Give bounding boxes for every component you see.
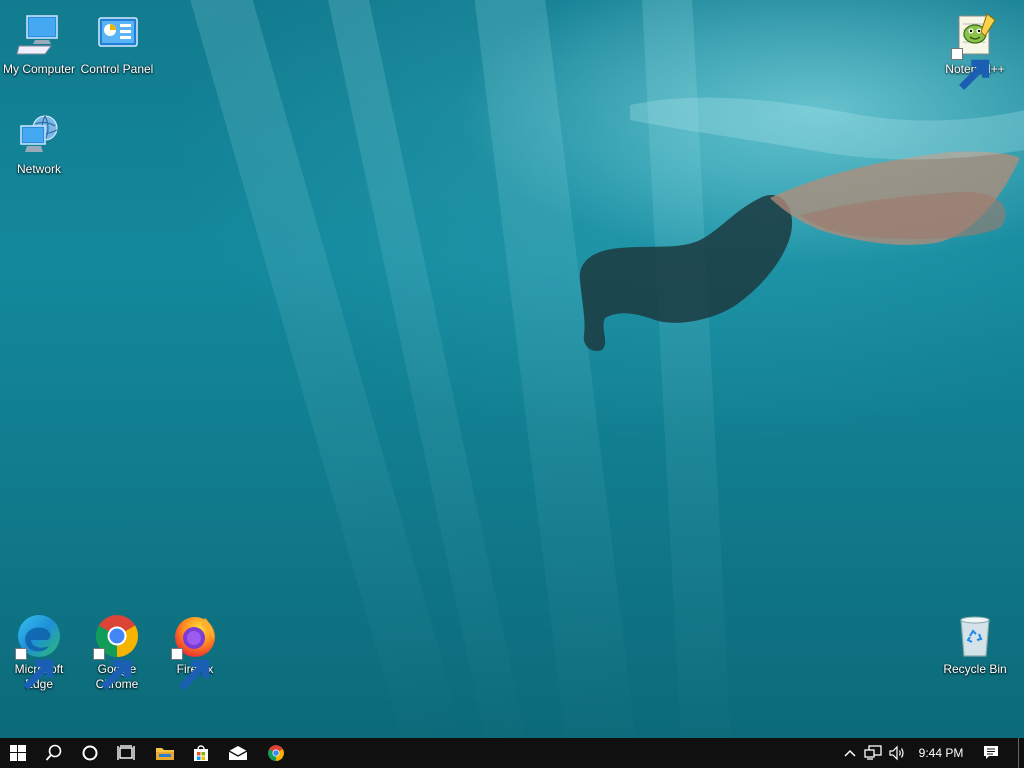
volume-icon <box>889 745 904 761</box>
clock-time: 9:44 PM <box>918 746 964 760</box>
desktop-icon-label: Network <box>16 162 61 176</box>
taskbar-store[interactable] <box>183 738 219 768</box>
shortcut-arrow-icon <box>951 48 990 90</box>
store-icon <box>194 745 208 761</box>
file-explorer-icon <box>156 748 174 760</box>
tray-network-button[interactable] <box>862 738 884 768</box>
show-hidden-icons-button[interactable] <box>840 738 860 768</box>
desktop-icon-edge[interactable]: Microsoft Edge <box>0 612 78 692</box>
shortcut-arrow-icon <box>93 648 132 690</box>
taskbar-file-explorer[interactable] <box>147 738 183 768</box>
desktop-icon-label: Control Panel <box>80 62 154 76</box>
shortcut-arrow-icon <box>171 648 210 690</box>
tray-volume-button[interactable] <box>886 738 908 768</box>
cortana-button[interactable] <box>72 738 108 768</box>
show-desktop-button[interactable] <box>1018 738 1024 768</box>
desktop-icon-firefox[interactable]: Firefox <box>156 612 234 690</box>
wallpaper-swimmer <box>579 97 1024 352</box>
chevron-up-icon <box>844 749 856 757</box>
search-icon <box>45 744 62 761</box>
shortcut-arrow-icon <box>15 648 54 690</box>
taskbar-clock[interactable]: 9:44 PM <box>912 738 970 768</box>
recycle-bin-icon <box>960 616 990 657</box>
computer-icon <box>16 15 58 55</box>
desktop-icon-network[interactable]: Network <box>0 112 78 177</box>
desktop-icon-recycle-bin[interactable]: Recycle Bin <box>936 612 1014 677</box>
taskbar: 9:44 PM <box>0 738 1024 768</box>
task-view-button[interactable] <box>108 738 144 768</box>
action-center-button[interactable] <box>978 738 1004 768</box>
cortana-icon <box>82 745 98 761</box>
desktop-icon-control-panel[interactable]: Control Panel <box>78 12 156 77</box>
start-icon <box>10 745 26 761</box>
desktop[interactable]: My Computer Control Panel Network Notepa… <box>0 0 1024 738</box>
desktop-icon-label: Recycle Bin <box>943 662 1007 676</box>
mail-icon <box>228 746 248 760</box>
task-view-icon <box>117 745 135 760</box>
chrome-icon <box>268 745 284 761</box>
start-button[interactable] <box>0 738 36 768</box>
notification-icon <box>984 746 998 759</box>
network-icon <box>864 745 882 760</box>
taskbar-mail[interactable] <box>220 738 256 768</box>
network-icon <box>20 115 58 152</box>
desktop-icon-chrome[interactable]: Google Chrome <box>78 612 156 692</box>
taskbar-chrome[interactable] <box>258 738 294 768</box>
desktop-icon-notepadpp[interactable]: Notepad++ <box>936 12 1014 90</box>
desktop-icon-label: My Computer <box>2 62 76 76</box>
search-button[interactable] <box>36 738 72 768</box>
control-panel-icon <box>98 17 138 47</box>
desktop-icon-my-computer[interactable]: My Computer <box>0 12 78 77</box>
